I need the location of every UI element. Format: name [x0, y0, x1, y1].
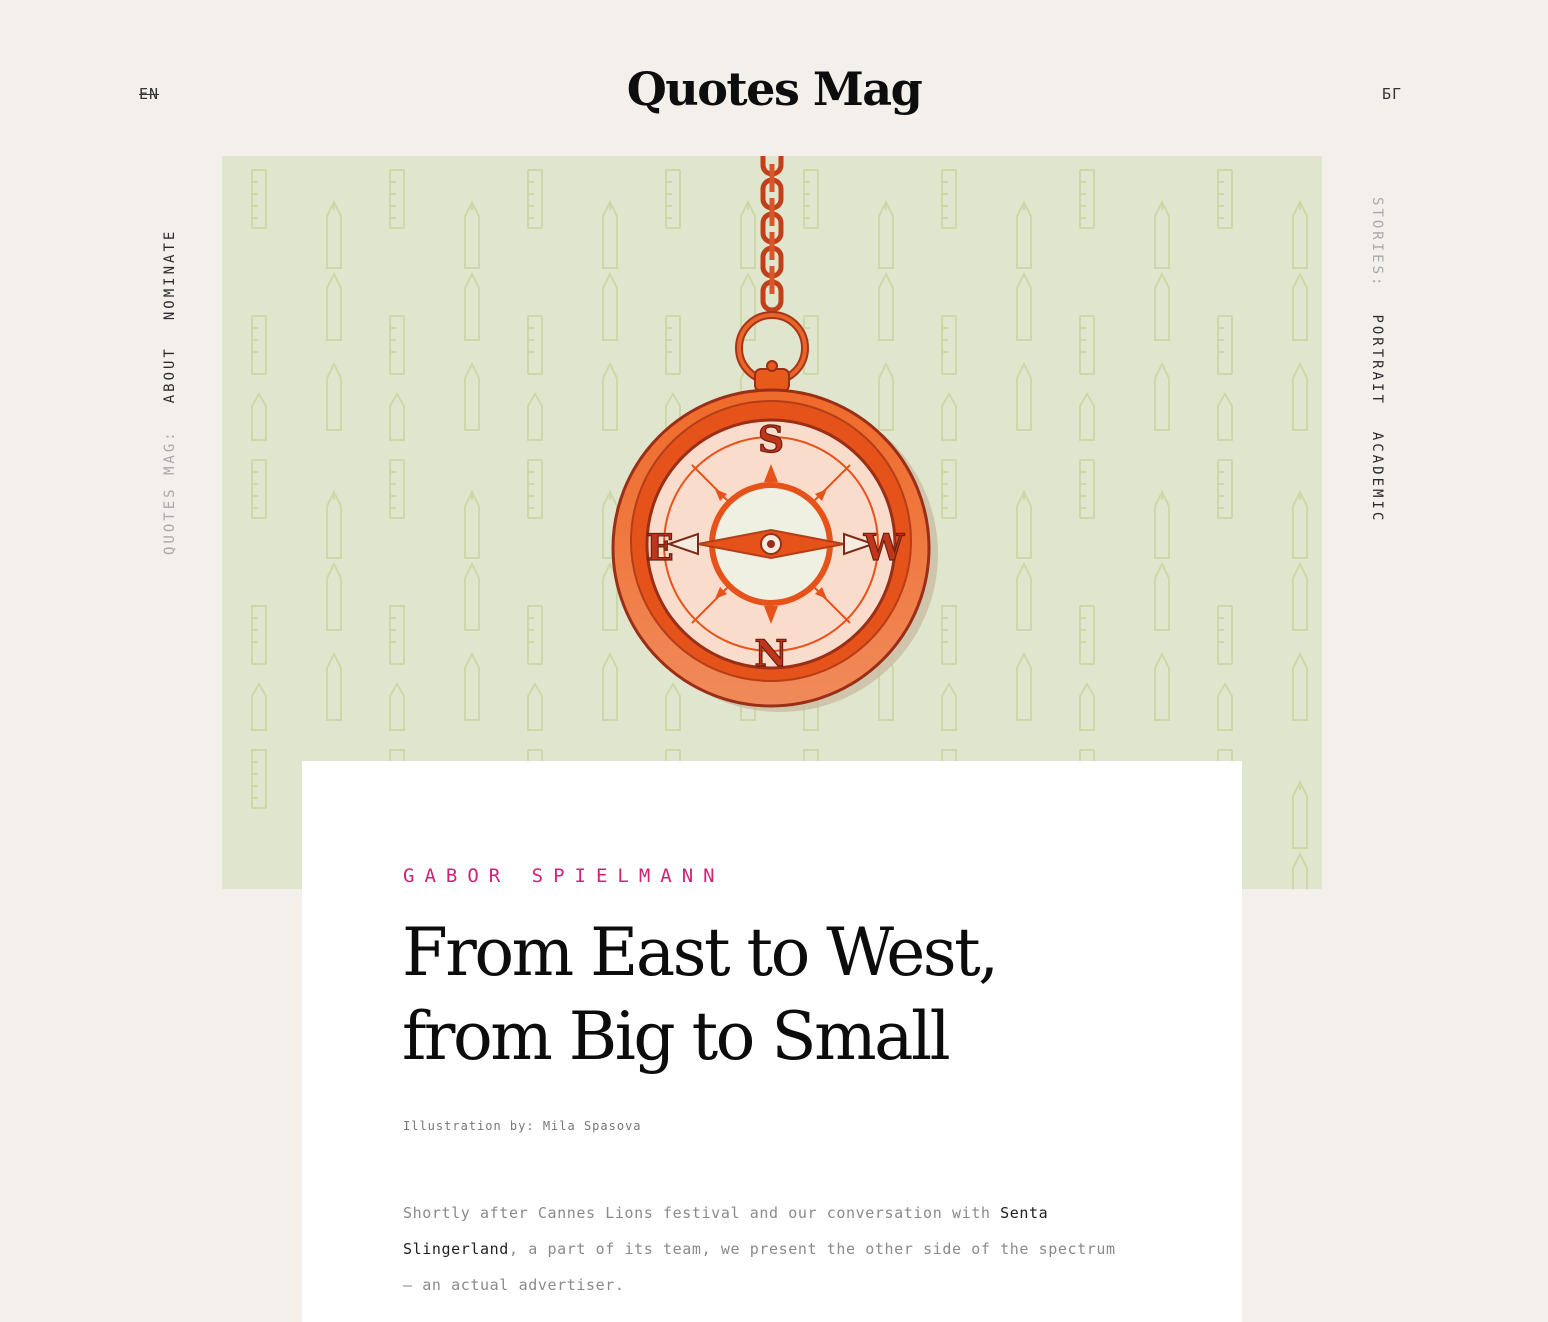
stories-portrait-link[interactable]: PORTRAIT — [1369, 314, 1385, 405]
lede-text-part-1: Shortly after Cannes Lions festival and … — [403, 1204, 1001, 1222]
stories-academic-link[interactable]: ACADEMIC — [1369, 432, 1385, 523]
compass-letter-west: W — [863, 527, 905, 569]
left-nav-label: QUOTES MAG: — [162, 429, 178, 555]
title-line-1: From East to West, — [402, 914, 999, 991]
nav-about-link[interactable]: ABOUT — [162, 346, 178, 403]
article-title: From East to West, from Big to Small — [402, 911, 1102, 1079]
right-nav-label: STORIES: — [1369, 197, 1385, 289]
left-vertical-nav: QUOTES MAG: ABOUT NOMINATE — [162, 229, 178, 555]
lede-text-part-2: , a part of its team, we present the oth… — [403, 1240, 1116, 1294]
compass-letter-east: E — [646, 527, 673, 569]
site-logo[interactable]: Quotes Mag — [0, 62, 1548, 116]
compass-letter-south: S — [758, 419, 784, 461]
language-bg-link[interactable]: БГ — [1382, 85, 1402, 103]
title-line-2: from Big to Small — [402, 998, 951, 1075]
nav-nominate-link[interactable]: NOMINATE — [162, 229, 178, 320]
author-name[interactable]: GABOR SPIELMANN — [403, 865, 725, 887]
article-card: GABOR SPIELMANN From East to West, from … — [302, 761, 1242, 1322]
compass-letter-north: N — [755, 633, 788, 675]
right-vertical-nav: STORIES: PORTRAIT ACADEMIC — [1369, 197, 1385, 523]
illustration-credit: Illustration by: Mila Spasova — [403, 1119, 642, 1133]
article-lede: Shortly after Cannes Lions festival and … — [403, 1195, 1123, 1303]
